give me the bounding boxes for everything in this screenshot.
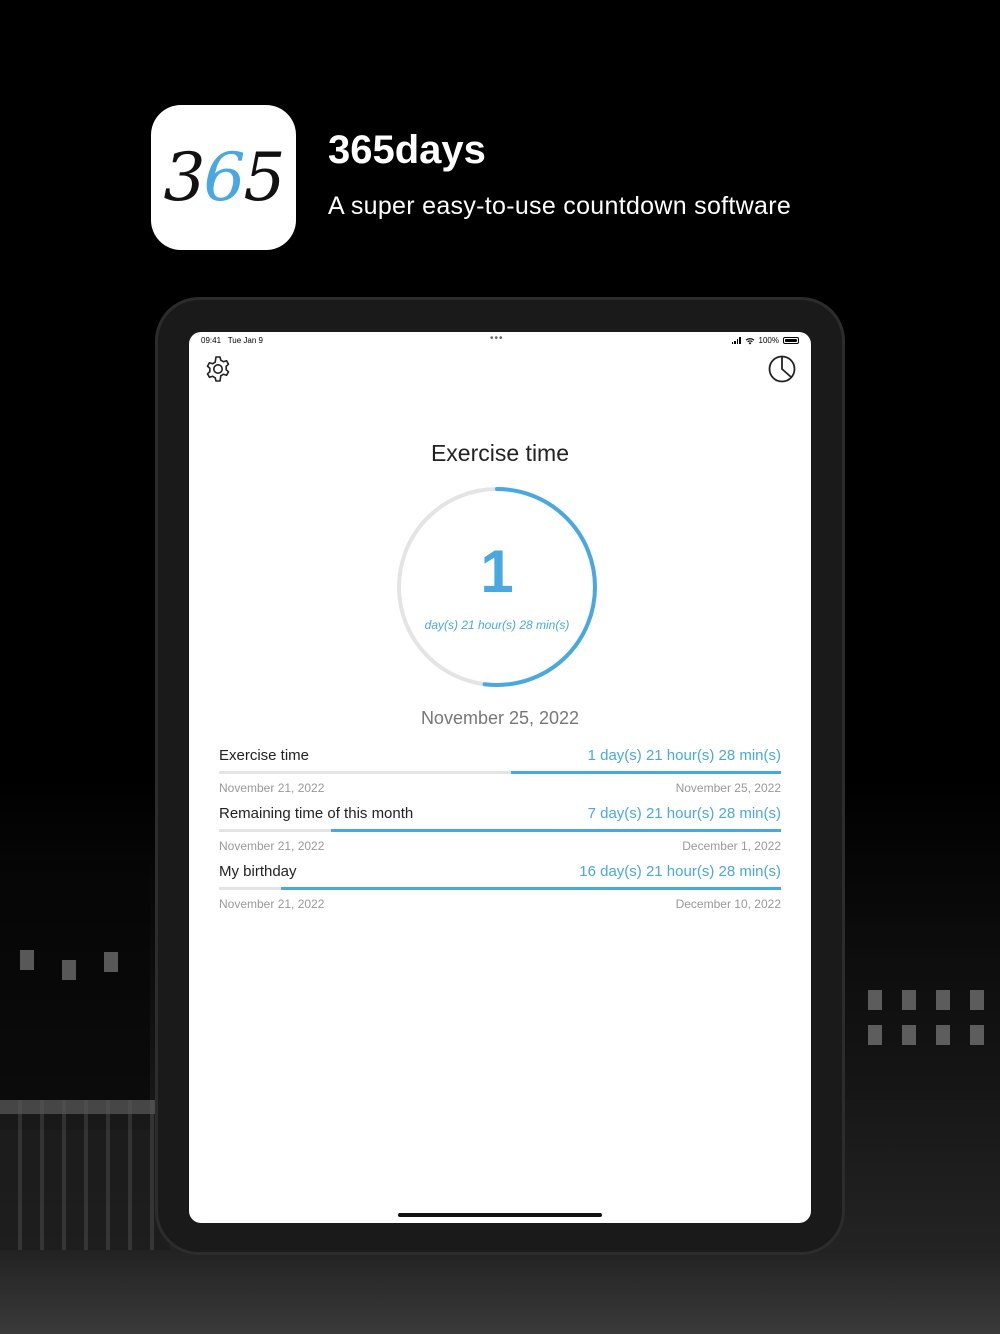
statistics-button[interactable] xyxy=(767,354,797,384)
progress-track xyxy=(219,829,781,832)
building-right xyxy=(840,920,1000,1100)
window-light xyxy=(902,1025,916,1045)
window-light xyxy=(936,990,950,1010)
pie-chart-icon xyxy=(768,355,796,383)
featured-event-title: Exercise time xyxy=(430,440,570,466)
signal-icon xyxy=(731,337,741,344)
progress-track xyxy=(219,771,781,774)
bridge-railing xyxy=(0,1100,170,1260)
event-end-date: November 25, 2022 xyxy=(675,781,781,795)
wifi-icon xyxy=(745,337,754,344)
app-screen: 09:41 Tue Jan 9 ••• 100% Exercise time 1… xyxy=(189,332,811,1223)
target-date: November 25, 2022 xyxy=(420,708,580,728)
event-name: My birthday xyxy=(219,863,297,880)
event-remaining: 7 day(s) 21 hour(s) 28 min(s) xyxy=(587,805,781,822)
app-icon-logo: 365 xyxy=(163,139,286,216)
progress-fill xyxy=(280,887,781,890)
status-bar: 09:41 Tue Jan 9 ••• 100% xyxy=(189,332,811,350)
window-light xyxy=(868,1025,882,1045)
event-end-date: December 10, 2022 xyxy=(675,897,781,911)
window-light xyxy=(902,990,916,1010)
building-left xyxy=(0,860,150,1130)
gear-icon xyxy=(206,356,230,382)
event-list: Exercise time 1 day(s) 21 hour(s) 28 min… xyxy=(219,742,781,916)
list-item[interactable]: My birthday 16 day(s) 21 hour(s) 28 min(… xyxy=(219,858,781,916)
settings-button[interactable] xyxy=(203,354,233,384)
road xyxy=(0,1250,1000,1334)
event-end-date: December 1, 2022 xyxy=(682,839,781,853)
app-icon: 365 xyxy=(151,105,296,250)
window-light xyxy=(936,1025,950,1045)
event-name: Remaining time of this month xyxy=(219,805,414,822)
event-start-date: November 21, 2022 xyxy=(219,839,325,853)
list-item[interactable]: Remaining time of this month 7 day(s) 21… xyxy=(219,800,781,858)
app-title: 365days xyxy=(328,128,486,172)
status-time: 09:41 Tue Jan 9 xyxy=(201,336,263,345)
window-light xyxy=(62,960,76,980)
progress-fill xyxy=(511,771,781,774)
event-name: Exercise time xyxy=(219,747,310,764)
app-subtitle: A super easy-to-use countdown software xyxy=(328,192,792,220)
event-start-date: November 21, 2022 xyxy=(219,781,325,795)
battery-percent: 100% xyxy=(758,336,779,345)
window-light xyxy=(20,950,34,970)
event-remaining: 1 day(s) 21 hour(s) 28 min(s) xyxy=(587,747,781,764)
list-item[interactable]: Exercise time 1 day(s) 21 hour(s) 28 min… xyxy=(219,742,781,800)
window-light xyxy=(868,990,882,1010)
bridge-rail-top xyxy=(0,1100,180,1114)
event-remaining: 16 day(s) 21 hour(s) 28 min(s) xyxy=(579,863,781,880)
window-light xyxy=(970,1025,984,1045)
window-light xyxy=(104,952,118,972)
progress-fill xyxy=(331,829,781,832)
battery-icon xyxy=(783,337,799,344)
countdown-days: 1 xyxy=(480,538,514,605)
home-indicator[interactable] xyxy=(398,1213,602,1217)
event-start-date: November 21, 2022 xyxy=(219,897,325,911)
countdown-detail: day(s) 21 hour(s) 28 min(s) xyxy=(424,618,570,632)
window-light xyxy=(970,990,984,1010)
progress-track xyxy=(219,887,781,890)
status-indicators: 100% xyxy=(731,336,799,345)
multitasking-dots[interactable]: ••• xyxy=(490,333,504,344)
